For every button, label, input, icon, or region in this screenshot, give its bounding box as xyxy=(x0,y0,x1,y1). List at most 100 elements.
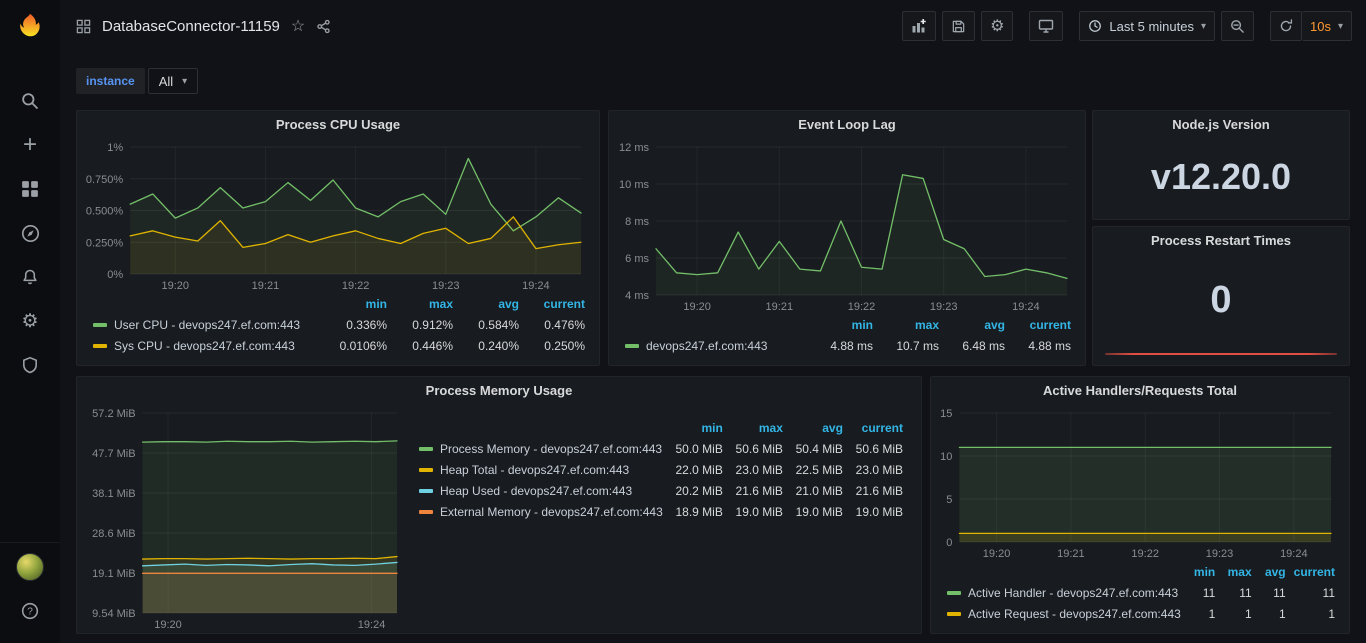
svg-text:19:22: 19:22 xyxy=(1131,548,1159,560)
cpu-legend: minmaxavgcurrentUser CPU - devops247.ef.… xyxy=(77,294,599,365)
svg-text:28.6 MiB: 28.6 MiB xyxy=(92,528,135,540)
svg-text:19:24: 19:24 xyxy=(1012,301,1040,313)
legend-header-avg[interactable]: avg xyxy=(787,418,847,439)
svg-text:19:22: 19:22 xyxy=(342,280,370,292)
legend-series-label[interactable]: Process Memory - devops247.ef.com:443 xyxy=(415,439,667,460)
legend-series-label[interactable]: External Memory - devops247.ef.com:443 xyxy=(415,502,667,523)
legend-current-value: 19.0 MiB xyxy=(847,502,907,523)
svg-text:19:20: 19:20 xyxy=(162,280,190,292)
legend-header-min[interactable]: min xyxy=(667,418,727,439)
legend-header-max[interactable]: max xyxy=(727,418,787,439)
zoom-out-button[interactable] xyxy=(1221,11,1254,41)
legend-header-max[interactable]: max xyxy=(391,294,457,315)
memory-legend: minmaxavgcurrent Process Memory - devops2… xyxy=(415,404,921,633)
grafana-logo[interactable] xyxy=(16,12,44,45)
panel-title[interactable]: Active Handlers/Requests Total xyxy=(931,377,1349,404)
legend-header-min[interactable]: min xyxy=(1185,562,1219,583)
refresh-interval-label: 10s xyxy=(1310,19,1331,34)
legend-min-value: 18.9 MiB xyxy=(667,502,727,523)
template-variable-row: instance All ▾ xyxy=(76,68,198,94)
search-icon[interactable] xyxy=(0,79,60,123)
cpu-chart[interactable]: 0%0.250%0.500%0.750%1%19:2019:2119:2219:… xyxy=(81,138,595,294)
share-icon[interactable] xyxy=(316,19,331,34)
legend-max-value: 11 xyxy=(1219,583,1255,604)
handlers-chart[interactable]: 05101519:2019:2119:2219:2319:24 xyxy=(935,404,1345,562)
legend-max-value: 0.446% xyxy=(391,336,457,357)
legend-min-value: 4.88 ms xyxy=(811,336,877,357)
refresh-interval-dropdown[interactable]: 10s ▾ xyxy=(1302,11,1352,41)
legend-min-value: 22.0 MiB xyxy=(667,460,727,481)
legend-max-value: 50.6 MiB xyxy=(727,439,787,460)
dashboard-settings-button[interactable]: ⚙ xyxy=(981,11,1013,41)
panel-title[interactable]: Process CPU Usage xyxy=(77,111,599,138)
save-dashboard-button[interactable] xyxy=(942,11,975,41)
legend-avg-value: 0.240% xyxy=(457,336,523,357)
legend-current-value: 4.88 ms xyxy=(1009,336,1075,357)
legend-series-label[interactable]: Sys CPU - devops247.ef.com:443 xyxy=(89,336,325,357)
alerting-icon[interactable] xyxy=(0,255,60,299)
legend-series-label[interactable]: Heap Total - devops247.ef.com:443 xyxy=(415,460,667,481)
star-icon[interactable]: ☆ xyxy=(291,16,305,36)
configuration-icon[interactable]: ⚙ xyxy=(0,299,60,343)
legend-max-value: 19.0 MiB xyxy=(727,502,787,523)
legend-series-label[interactable]: Active Handler - devops247.ef.com:443 xyxy=(943,583,1185,604)
handlers-legend: minmaxavgcurrent Active Handler - devops2… xyxy=(931,562,1349,633)
legend-header-max[interactable]: max xyxy=(1219,562,1255,583)
legend-header-avg[interactable]: avg xyxy=(943,315,1009,336)
legend-max-value: 23.0 MiB xyxy=(727,460,787,481)
legend-header-avg[interactable]: avg xyxy=(457,294,523,315)
time-range-label: Last 5 minutes xyxy=(1109,19,1194,34)
panel-title[interactable]: Event Loop Lag xyxy=(609,111,1085,138)
explore-icon[interactable] xyxy=(0,211,60,255)
time-range-picker[interactable]: Last 5 minutes ▾ xyxy=(1079,11,1215,41)
legend-series-label[interactable]: Heap Used - devops247.ef.com:443 xyxy=(415,481,667,502)
legend-series-label[interactable]: devops247.ef.com:443 xyxy=(621,336,811,357)
legend-header-current[interactable]: current xyxy=(1009,315,1075,336)
svg-text:9.54 MiB: 9.54 MiB xyxy=(92,608,135,620)
server-admin-icon[interactable] xyxy=(0,343,60,387)
lag-legend: minmaxavgcurrentdevops247.ef.com:4434.88… xyxy=(609,315,1085,365)
legend-avg-value: 21.0 MiB xyxy=(787,481,847,502)
panel-process-memory-usage: Process Memory Usage 9.54 MiB19.1 MiB28.… xyxy=(76,376,922,634)
dashboards-icon[interactable] xyxy=(0,167,60,211)
cycle-view-mode-button[interactable] xyxy=(1029,11,1063,41)
refresh-button[interactable] xyxy=(1270,11,1302,41)
legend-row: User CPU - devops247.ef.com:4430.336%0.9… xyxy=(89,315,589,336)
user-avatar[interactable] xyxy=(0,545,60,589)
svg-text:0%: 0% xyxy=(107,269,123,281)
series-color-swatch xyxy=(947,612,961,616)
panel-title[interactable]: Process Restart Times xyxy=(1093,227,1349,254)
legend-header-current[interactable]: current xyxy=(847,418,907,439)
restart-times-value: 0 xyxy=(1093,254,1349,365)
legend-header-current[interactable]: current xyxy=(523,294,589,315)
legend-header-max[interactable]: max xyxy=(877,315,943,336)
lag-chart[interactable]: 4 ms6 ms8 ms10 ms12 ms19:2019:2119:2219:… xyxy=(613,138,1081,315)
variable-value-dropdown[interactable]: All ▾ xyxy=(148,68,198,94)
legend-series-label[interactable]: Active Request - devops247.ef.com:443 xyxy=(943,604,1185,625)
legend-header-min[interactable]: min xyxy=(811,315,877,336)
create-icon[interactable]: + xyxy=(0,123,60,167)
legend-row: devops247.ef.com:4434.88 ms10.7 ms6.48 m… xyxy=(621,336,1075,357)
legend-row: Sys CPU - devops247.ef.com:4430.0106%0.4… xyxy=(89,336,589,357)
legend-current-value: 11 xyxy=(1290,583,1339,604)
legend-series-label[interactable]: User CPU - devops247.ef.com:443 xyxy=(89,315,325,336)
add-panel-button[interactable] xyxy=(902,11,936,41)
legend-header-current[interactable]: current xyxy=(1290,562,1339,583)
series-color-swatch xyxy=(625,344,639,348)
dashboard-content: instance All ▾ Process CPU Usage 0%0.250… xyxy=(60,52,1366,643)
nodejs-version-value: v12.20.0 xyxy=(1093,138,1349,219)
chevron-down-icon: ▾ xyxy=(1338,21,1343,32)
panel-title[interactable]: Node.js Version xyxy=(1093,111,1349,138)
help-icon[interactable]: ? xyxy=(0,589,60,633)
svg-text:0: 0 xyxy=(946,537,952,549)
legend-header-avg[interactable]: avg xyxy=(1256,562,1290,583)
panel-nodejs-version: Node.js Version v12.20.0 xyxy=(1092,110,1350,220)
legend-header-min[interactable]: min xyxy=(325,294,391,315)
panel-title[interactable]: Process Memory Usage xyxy=(77,377,921,404)
memory-chart[interactable]: 9.54 MiB19.1 MiB28.6 MiB38.1 MiB47.7 MiB… xyxy=(81,404,411,633)
clock-icon xyxy=(1088,19,1102,33)
svg-text:4 ms: 4 ms xyxy=(625,290,649,302)
dashboard-title[interactable]: DatabaseConnector-11159 xyxy=(102,18,280,35)
series-color-swatch xyxy=(947,591,961,595)
legend-avg-value: 22.5 MiB xyxy=(787,460,847,481)
